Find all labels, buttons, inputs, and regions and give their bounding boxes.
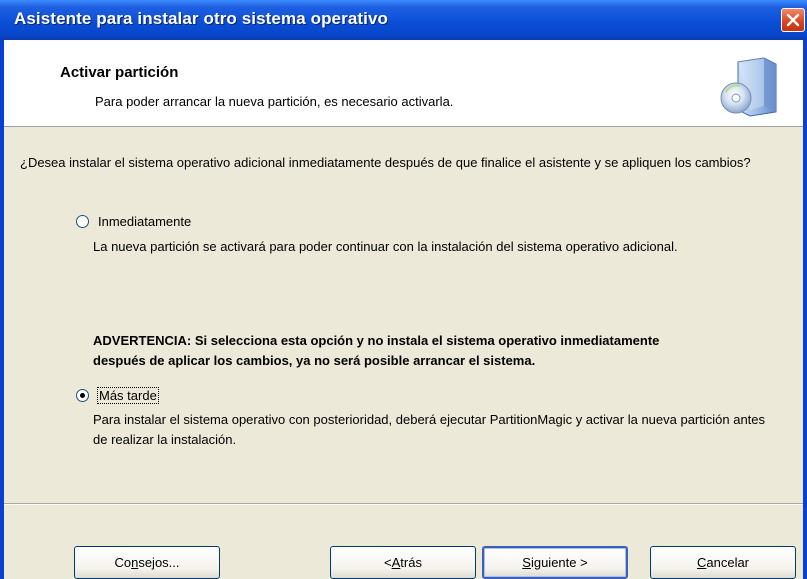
radio-immediately[interactable]	[76, 214, 89, 228]
cancel-label-key: C	[696, 555, 707, 570]
close-icon	[786, 13, 800, 27]
option-immediately-label[interactable]: Inmediatamente	[97, 214, 192, 229]
option-immediately-description: La nueva partición se activará para pode…	[93, 239, 678, 254]
wizard-header: Activar partición Para poder arrancar la…	[4, 40, 803, 127]
tips-button[interactable]: Co n sejos...	[74, 546, 220, 579]
tips-label-key: n	[131, 555, 139, 570]
back-button[interactable]: < Atrás	[330, 546, 476, 579]
close-button[interactable]	[781, 8, 805, 32]
back-label-post: trás	[400, 555, 422, 570]
button-separator	[4, 503, 803, 505]
computer-disc-icon	[720, 57, 777, 117]
back-label-key: A	[391, 555, 401, 570]
tips-label-pre: Co	[114, 555, 132, 570]
next-label-post: iguiente >	[530, 555, 588, 570]
cancel-label-post: ancelar	[706, 555, 750, 570]
radio-later[interactable]	[76, 388, 89, 402]
page-subtitle: Para poder arrancar la nueva partición, …	[95, 94, 454, 109]
wizard-window: Asistente para instalar otro sistema ope…	[0, 0, 807, 579]
warning-text: ADVERTENCIA: Si selecciona esta opción y…	[93, 333, 660, 368]
title-bar[interactable]: Asistente para instalar otro sistema ope…	[0, 0, 807, 40]
back-label-pre: <	[384, 555, 392, 570]
option-immediately[interactable]: Inmediatamente	[76, 212, 192, 230]
option-later[interactable]: Más tarde	[76, 386, 159, 404]
next-label-key: S	[522, 555, 531, 570]
next-button[interactable]: Siguiente >	[482, 546, 628, 579]
install-question: ¿Desea instalar el sistema operativo adi…	[20, 155, 751, 170]
cancel-button[interactable]: Cancelar	[650, 546, 796, 579]
tips-label-post: sejos...	[138, 555, 180, 570]
dialog-client: Activar partición Para poder arrancar la…	[4, 40, 803, 579]
page-title: Activar partición	[60, 64, 179, 81]
option-later-label[interactable]: Más tarde	[97, 386, 159, 404]
option-later-description: Para instalar el sistema operativo con p…	[93, 412, 766, 447]
window-title: Asistente para instalar otro sistema ope…	[14, 9, 389, 28]
